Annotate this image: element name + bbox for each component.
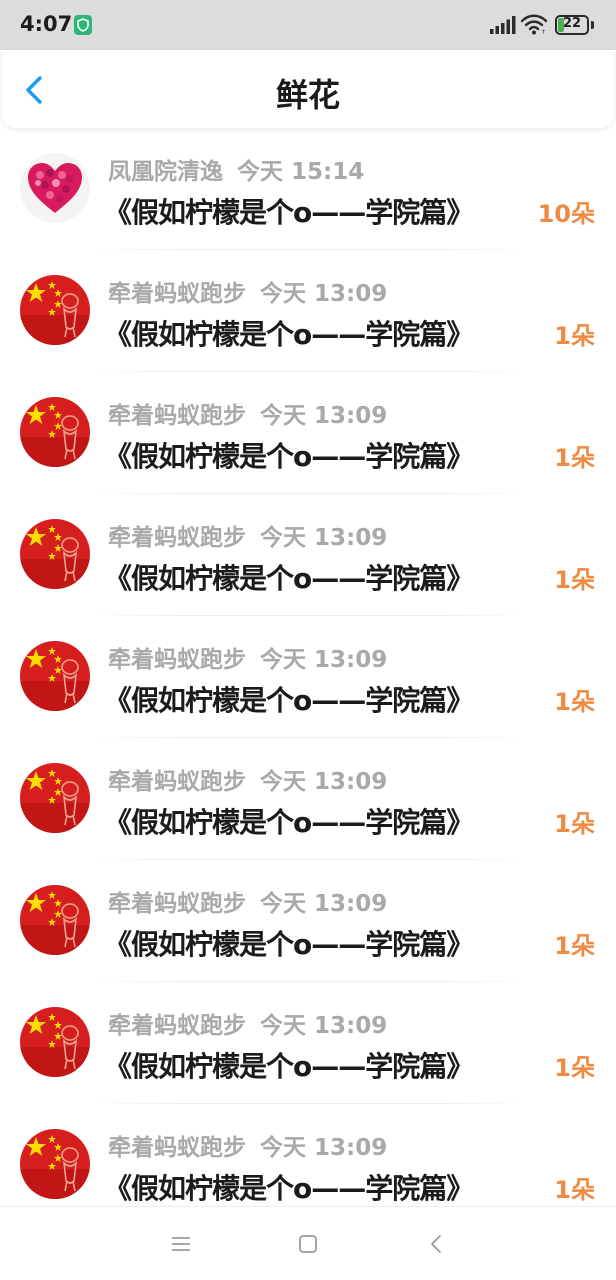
flower-count: 1朵 <box>554 444 595 472</box>
header-bar: 鲜花 <box>2 50 614 128</box>
avatar[interactable] <box>20 397 90 467</box>
timestamp: 今天 13:09 <box>260 1013 388 1039</box>
nav-back-button[interactable] <box>422 1229 452 1259</box>
avatar[interactable] <box>20 1007 90 1077</box>
work-title[interactable]: 《假如柠檬是个o——学院篇》 <box>104 191 474 231</box>
work-title[interactable]: 《假如柠檬是个o——学院篇》 <box>104 923 474 963</box>
username[interactable]: 牵着蚂蚁跑步 <box>108 281 246 307</box>
signal-icon <box>490 16 516 34</box>
work-title[interactable]: 《假如柠檬是个o——学院篇》 <box>104 313 474 353</box>
row-username-line: 牵着蚂蚁跑步 今天 13:09 <box>108 274 387 308</box>
timestamp: 今天 13:09 <box>260 403 388 429</box>
list-item[interactable]: 牵着蚂蚁跑步 今天 13:09 《假如柠檬是个o——学院篇》 1朵 <box>0 616 616 738</box>
username[interactable]: 凤凰院清逸 <box>108 159 223 185</box>
flower-count: 10朵 <box>537 200 595 228</box>
flower-count: 1朵 <box>554 1176 595 1204</box>
avatar[interactable] <box>20 275 90 345</box>
work-title[interactable]: 《假如柠檬是个o——学院篇》 <box>104 435 474 475</box>
username[interactable]: 牵着蚂蚁跑步 <box>108 1135 246 1161</box>
timestamp: 今天 13:09 <box>260 647 388 673</box>
username[interactable]: 牵着蚂蚁跑步 <box>108 403 246 429</box>
avatar[interactable] <box>20 641 90 711</box>
battery-icon: 22 <box>555 15 589 35</box>
flower-count: 1朵 <box>554 1054 595 1082</box>
username[interactable]: 牵着蚂蚁跑步 <box>108 769 246 795</box>
work-title[interactable]: 《假如柠檬是个o——学院篇》 <box>104 1045 474 1085</box>
list-item[interactable]: 牵着蚂蚁跑步 今天 13:09 《假如柠檬是个o——学院篇》 1朵 <box>0 250 616 372</box>
username[interactable]: 牵着蚂蚁跑步 <box>108 647 246 673</box>
list-item[interactable]: 牵着蚂蚁跑步 今天 13:09 《假如柠檬是个o——学院篇》 1朵 <box>0 494 616 616</box>
row-username-line: 牵着蚂蚁跑步 今天 13:09 <box>108 396 387 430</box>
status-bar: 4:07 ↑↓ 22 <box>0 0 616 50</box>
timestamp: 今天 13:09 <box>260 1135 388 1161</box>
list-item[interactable]: 牵着蚂蚁跑步 今天 13:09 《假如柠檬是个o——学院篇》 1朵 <box>0 372 616 494</box>
home-button[interactable] <box>293 1229 323 1259</box>
flower-list[interactable]: 凤凰院清逸 今天 15:14 《假如柠檬是个o——学院篇》 10朵 牵着蚂蚁跑步 今天 1… <box>0 128 616 1206</box>
timestamp: 今天 13:09 <box>260 281 388 307</box>
page-title: 鲜花 <box>275 76 340 114</box>
timestamp: 今天 13:09 <box>260 769 388 795</box>
username[interactable]: 牵着蚂蚁跑步 <box>108 891 246 917</box>
username[interactable]: 牵着蚂蚁跑步 <box>108 525 246 551</box>
row-username-line: 牵着蚂蚁跑步 今天 13:09 <box>108 762 387 796</box>
username[interactable]: 牵着蚂蚁跑步 <box>108 1013 246 1039</box>
menu-button[interactable] <box>166 1229 196 1259</box>
back-icon <box>431 1235 441 1253</box>
svg-text:↑↓: ↑↓ <box>541 29 547 35</box>
row-username-line: 牵着蚂蚁跑步 今天 13:09 <box>108 884 387 918</box>
work-title[interactable]: 《假如柠檬是个o——学院篇》 <box>104 679 474 719</box>
list-item[interactable]: 凤凰院清逸 今天 15:14 《假如柠檬是个o——学院篇》 10朵 <box>0 128 616 250</box>
avatar[interactable] <box>20 885 90 955</box>
list-item[interactable]: 牵着蚂蚁跑步 今天 13:09 《假如柠檬是个o——学院篇》 1朵 <box>0 982 616 1104</box>
avatar[interactable] <box>20 153 90 223</box>
wifi-icon: ↑↓ <box>521 14 547 35</box>
timestamp: 今天 13:09 <box>260 525 388 551</box>
work-title[interactable]: 《假如柠檬是个o——学院篇》 <box>104 1167 474 1206</box>
row-username-line: 牵着蚂蚁跑步 今天 13:09 <box>108 1128 387 1162</box>
timestamp: 今天 13:09 <box>260 891 388 917</box>
avatar[interactable] <box>20 763 90 833</box>
flower-count: 1朵 <box>554 688 595 716</box>
row-username-line: 牵着蚂蚁跑步 今天 13:09 <box>108 640 387 674</box>
status-time: 4:07 <box>20 12 73 36</box>
system-nav-bar <box>0 1206 616 1280</box>
flower-count: 1朵 <box>554 566 595 594</box>
flower-count: 1朵 <box>554 932 595 960</box>
list-item[interactable]: 牵着蚂蚁跑步 今天 13:09 《假如柠檬是个o——学院篇》 1朵 <box>0 860 616 982</box>
menu-icon <box>172 1237 190 1251</box>
list-item[interactable]: 牵着蚂蚁跑步 今天 13:09 《假如柠檬是个o——学院篇》 1朵 <box>0 738 616 860</box>
work-title[interactable]: 《假如柠檬是个o——学院篇》 <box>104 557 474 597</box>
list-item[interactable]: 牵着蚂蚁跑步 今天 13:09 《假如柠檬是个o——学院篇》 1朵 <box>0 1104 616 1206</box>
flower-count: 1朵 <box>554 810 595 838</box>
battery-tip <box>591 21 594 29</box>
row-username-line: 牵着蚂蚁跑步 今天 13:09 <box>108 518 387 552</box>
row-username-line: 牵着蚂蚁跑步 今天 13:09 <box>108 1006 387 1040</box>
work-title[interactable]: 《假如柠檬是个o——学院篇》 <box>104 801 474 841</box>
shield-icon <box>74 15 92 35</box>
timestamp: 今天 15:14 <box>237 159 365 185</box>
avatar[interactable] <box>20 519 90 589</box>
battery-level: 22 <box>562 16 582 31</box>
row-username-line: 凤凰院清逸 今天 15:14 <box>108 152 364 186</box>
flower-count: 1朵 <box>554 322 595 350</box>
avatar[interactable] <box>20 1129 90 1199</box>
home-icon <box>299 1235 317 1253</box>
